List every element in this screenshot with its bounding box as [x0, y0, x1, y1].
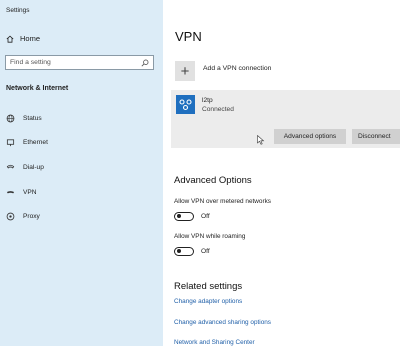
sidebar-item-label: VPN — [23, 189, 37, 196]
proxy-icon — [6, 212, 15, 221]
sidebar-item-label: Dial-up — [23, 164, 44, 171]
sidebar-item-label: Status — [23, 115, 42, 122]
roaming-label: Allow VPN while roaming — [174, 233, 246, 240]
metered-networks-label: Allow VPN over metered networks — [174, 198, 271, 205]
toggle-switch[interactable] — [174, 247, 194, 256]
advanced-options-button[interactable]: Advanced options — [274, 129, 346, 144]
network-sharing-center-link[interactable]: Network and Sharing Center — [174, 339, 255, 346]
home-icon — [6, 35, 14, 43]
toggle-switch[interactable] — [174, 212, 194, 221]
sidebar-item-dial-up[interactable]: Dial-up — [6, 163, 44, 172]
sidebar-item-label: Proxy — [23, 213, 40, 220]
page-title: VPN — [175, 29, 202, 44]
vpn-connection-icon — [176, 95, 195, 114]
search-input[interactable]: Find a setting — [5, 55, 154, 70]
sidebar: Settings Home Find a setting Network & I… — [0, 0, 163, 346]
search-icon — [141, 59, 149, 66]
vpn-connection-card[interactable]: l2tp Connected Advanced options Disconne… — [171, 90, 400, 148]
sidebar-item-label: Ethernet — [23, 139, 48, 146]
main-panel: VPN + Add a VPN connection l2tp Connecte… — [163, 0, 400, 346]
disconnect-button[interactable]: Disconnect — [352, 129, 400, 144]
dial-up-icon — [6, 164, 15, 169]
ethernet-icon — [6, 139, 15, 147]
metered-networks-toggle[interactable]: Off — [174, 212, 210, 221]
mouse-cursor-icon — [257, 135, 265, 145]
change-advanced-sharing-link[interactable]: Change advanced sharing options — [174, 319, 271, 326]
advanced-options-heading: Advanced Options — [174, 175, 252, 186]
toggle-state: Off — [201, 213, 210, 220]
home-label: Home — [20, 34, 41, 43]
sidebar-item-ethernet[interactable]: Ethernet — [6, 138, 48, 147]
sidebar-item-vpn[interactable]: VPN — [6, 188, 37, 197]
window-title: Settings — [6, 7, 30, 14]
search-placeholder: Find a setting — [10, 59, 51, 66]
vpn-icon — [6, 191, 15, 194]
change-adapter-options-link[interactable]: Change adapter options — [174, 298, 242, 305]
sidebar-item-proxy[interactable]: Proxy — [6, 212, 40, 221]
plus-icon: + — [175, 61, 195, 81]
vpn-connection-name: l2tp — [202, 97, 213, 104]
add-vpn-connection-button[interactable]: + Add a VPN connection — [175, 61, 271, 81]
related-settings-heading: Related settings — [174, 281, 243, 292]
home-nav-item[interactable]: Home — [6, 34, 40, 43]
globe-icon — [6, 114, 15, 123]
sidebar-item-status[interactable]: Status — [6, 114, 42, 123]
vpn-connection-status: Connected — [202, 106, 234, 113]
section-title: Network & Internet — [6, 85, 69, 92]
toggle-state: Off — [201, 248, 210, 255]
add-vpn-connection-label: Add a VPN connection — [203, 64, 272, 72]
roaming-toggle[interactable]: Off — [174, 247, 210, 256]
